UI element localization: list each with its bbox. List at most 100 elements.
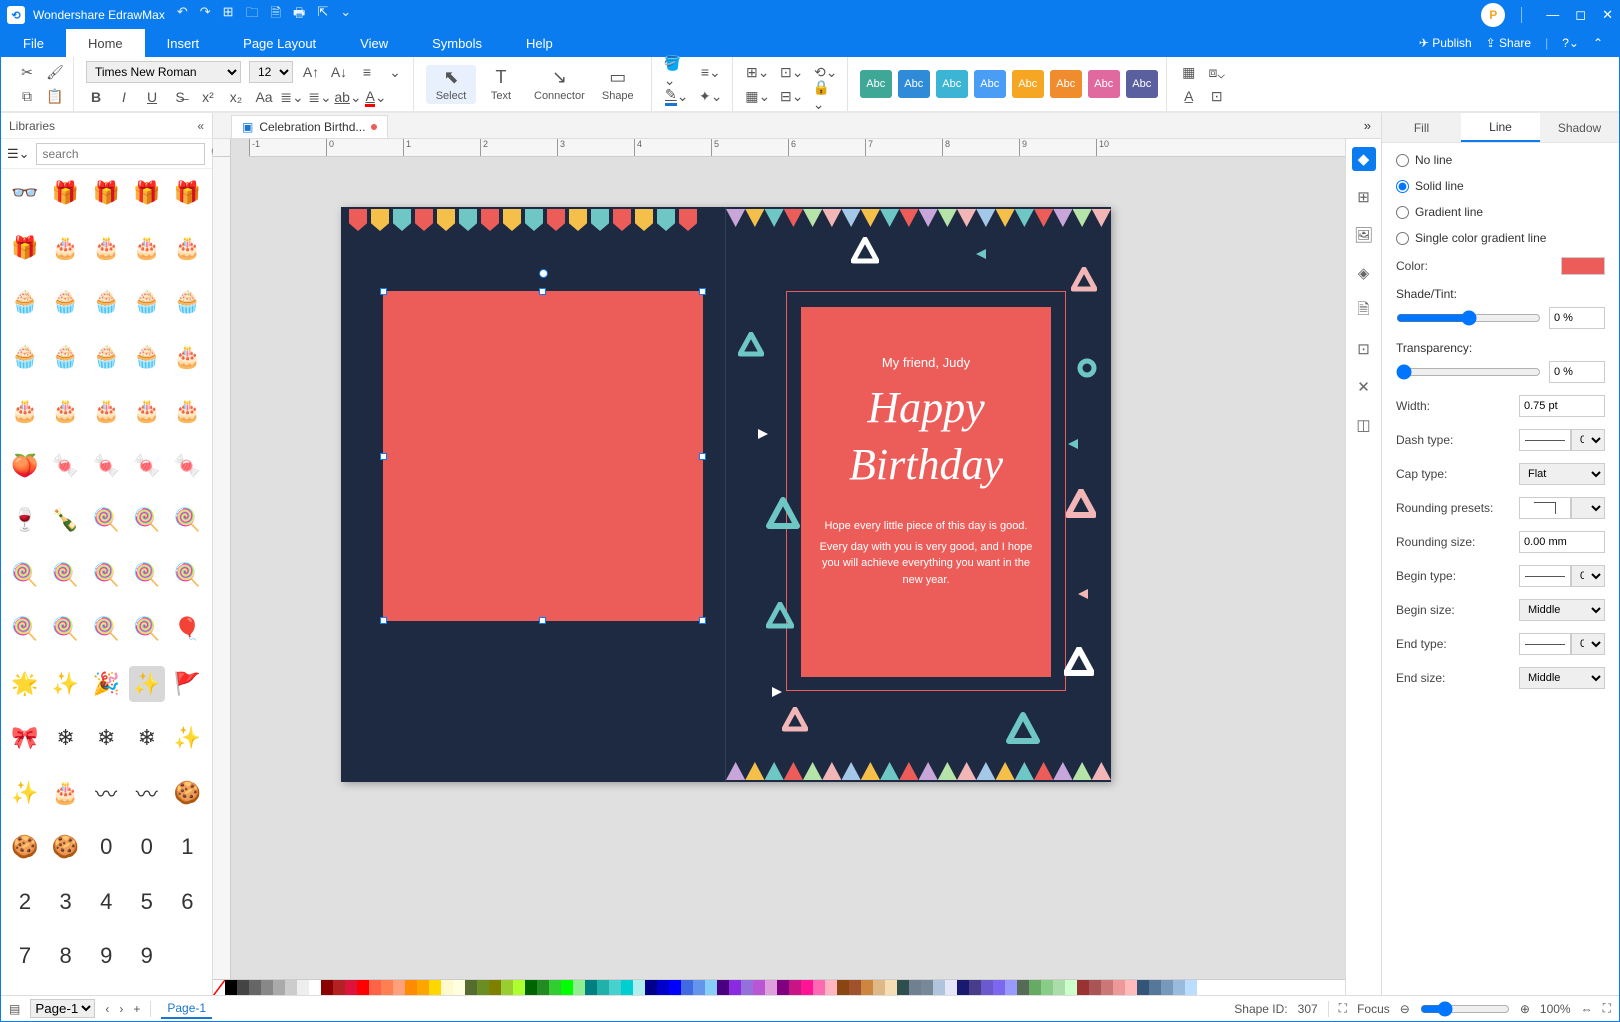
palette-swatch[interactable] bbox=[297, 980, 309, 995]
library-shape[interactable]: 🍾 bbox=[48, 502, 84, 538]
qat-button[interactable]: ⇱ bbox=[317, 4, 328, 26]
round-size-input[interactable] bbox=[1519, 531, 1605, 553]
library-shape[interactable]: 🎀 bbox=[7, 720, 43, 756]
library-shape[interactable]: 🍭 bbox=[129, 611, 165, 647]
library-shape[interactable]: 🍬 bbox=[129, 448, 165, 484]
palette-swatch[interactable] bbox=[789, 980, 801, 995]
select-tool[interactable]: ⬉Select bbox=[426, 65, 476, 104]
library-shape[interactable]: 2 bbox=[7, 884, 43, 920]
paste-icon[interactable]: 📋 bbox=[45, 86, 65, 106]
page-grid-icon[interactable]: ▤ bbox=[9, 1002, 20, 1016]
palette-swatch[interactable] bbox=[333, 980, 345, 995]
right-rail-item[interactable]: ◫ bbox=[1352, 413, 1376, 437]
palette-swatch[interactable] bbox=[273, 980, 285, 995]
palette-swatch[interactable] bbox=[1017, 980, 1029, 995]
fill-color-icon[interactable]: 🪣⌄ bbox=[664, 62, 690, 82]
gradient-line-radio[interactable] bbox=[1396, 206, 1409, 219]
theme-style-swatch[interactable]: Abc bbox=[974, 70, 1006, 98]
solid-line-radio[interactable] bbox=[1396, 180, 1409, 193]
library-shape[interactable]: 🎁 bbox=[129, 175, 165, 211]
shadow-icon[interactable]: ✦⌄ bbox=[698, 86, 724, 106]
library-shape[interactable]: 🎉 bbox=[88, 666, 124, 702]
library-shape[interactable]: 🎂 bbox=[169, 393, 205, 429]
library-shape[interactable]: 9 bbox=[88, 938, 124, 974]
palette-swatch[interactable] bbox=[237, 980, 249, 995]
library-shape[interactable]: 6 bbox=[169, 884, 205, 920]
library-shape[interactable]: 🍭 bbox=[88, 611, 124, 647]
library-shape[interactable]: 🧁 bbox=[169, 284, 205, 320]
zoom-out-icon[interactable]: ⊖ bbox=[1400, 1002, 1410, 1016]
library-shape[interactable]: 🍭 bbox=[169, 502, 205, 538]
share-button[interactable]: ⇪ Share bbox=[1486, 36, 1531, 50]
library-shape[interactable]: 〰 bbox=[129, 775, 165, 811]
lock-icon[interactable]: 🔒⌄ bbox=[813, 86, 839, 106]
fit-page-icon[interactable]: ⛶ bbox=[1603, 1001, 1611, 1016]
library-shape[interactable]: ✨ bbox=[7, 775, 43, 811]
library-shape[interactable]: 🍑 bbox=[7, 448, 43, 484]
libraries-collapse-icon[interactable]: « bbox=[197, 119, 204, 133]
italic-icon[interactable]: I bbox=[114, 87, 134, 107]
library-shape[interactable]: 🧁 bbox=[88, 284, 124, 320]
transparency-slider[interactable] bbox=[1396, 364, 1541, 380]
library-shape[interactable]: 🎁 bbox=[88, 175, 124, 211]
palette-swatch[interactable] bbox=[717, 980, 729, 995]
palette-swatch[interactable] bbox=[585, 980, 597, 995]
library-shape[interactable]: 🍭 bbox=[88, 557, 124, 593]
palette-swatch[interactable] bbox=[357, 980, 369, 995]
palette-swatch[interactable] bbox=[897, 980, 909, 995]
palette-swatch[interactable] bbox=[993, 980, 1005, 995]
library-shape[interactable]: 0 bbox=[129, 829, 165, 865]
palette-swatch[interactable] bbox=[909, 980, 921, 995]
palette-swatch[interactable] bbox=[309, 980, 321, 995]
qat-button[interactable]: ↶ bbox=[177, 4, 188, 26]
library-shape[interactable]: 🍪 bbox=[48, 829, 84, 865]
library-shape[interactable]: 🧁 bbox=[88, 339, 124, 375]
decrease-font-icon[interactable]: A↓ bbox=[329, 62, 349, 82]
palette-swatch[interactable] bbox=[981, 980, 993, 995]
dash-select[interactable]: 00 bbox=[1571, 429, 1605, 451]
right-rail-item[interactable]: ⊞ bbox=[1352, 185, 1376, 209]
canvas[interactable]: My friend, Judy Happy Birthday Hope ever… bbox=[231, 157, 1345, 979]
library-shape[interactable]: 🎂 bbox=[7, 393, 43, 429]
font-size-select[interactable]: 12 bbox=[249, 61, 293, 83]
library-shape[interactable]: ✨ bbox=[48, 666, 84, 702]
text-settings-icon[interactable]: A̲ bbox=[1179, 86, 1199, 106]
library-shape[interactable]: 🎂 bbox=[48, 775, 84, 811]
document-tab[interactable]: ▣ Celebration Birthd... bbox=[231, 115, 388, 138]
qat-button[interactable]: ↷ bbox=[200, 4, 211, 26]
zoom-slider[interactable] bbox=[1420, 1001, 1510, 1017]
palette-swatch[interactable] bbox=[405, 980, 417, 995]
palette-swatch[interactable] bbox=[705, 980, 717, 995]
no-line-radio[interactable] bbox=[1396, 154, 1409, 167]
distribute-icon[interactable]: ⊟⌄ bbox=[779, 86, 805, 106]
palette-swatch[interactable] bbox=[549, 980, 561, 995]
resize-handle-s[interactable] bbox=[539, 617, 546, 624]
resize-handle-w[interactable] bbox=[380, 453, 387, 460]
palette-swatch[interactable] bbox=[873, 980, 885, 995]
library-shape[interactable]: ✨ bbox=[129, 666, 165, 702]
library-shape[interactable]: 🎂 bbox=[129, 230, 165, 266]
palette-swatch[interactable] bbox=[1041, 980, 1053, 995]
palette-swatch[interactable] bbox=[681, 980, 693, 995]
palette-swatch[interactable] bbox=[417, 980, 429, 995]
palette-swatch[interactable] bbox=[1101, 980, 1113, 995]
account-badge[interactable]: P bbox=[1481, 3, 1505, 27]
library-shape[interactable]: 🧁 bbox=[7, 284, 43, 320]
shape-rectangle[interactable] bbox=[383, 291, 703, 621]
qat-button[interactable]: ⌄ bbox=[340, 4, 351, 26]
library-shape[interactable]: ❄ bbox=[129, 720, 165, 756]
library-shape[interactable]: 🍭 bbox=[129, 502, 165, 538]
library-shape[interactable]: 🧁 bbox=[48, 339, 84, 375]
palette-swatch[interactable] bbox=[525, 980, 537, 995]
page-prev-icon[interactable]: ‹ bbox=[105, 1002, 109, 1016]
palette-swatch[interactable] bbox=[801, 980, 813, 995]
shape-tool[interactable]: ▭Shape bbox=[593, 65, 643, 104]
palette-swatch[interactable] bbox=[1173, 980, 1185, 995]
library-shape[interactable]: 〰 bbox=[88, 775, 124, 811]
library-shape[interactable]: 🎂 bbox=[88, 393, 124, 429]
library-shape[interactable]: 🍭 bbox=[88, 502, 124, 538]
more-settings-icon[interactable]: ⊡ bbox=[1207, 86, 1227, 106]
library-shape[interactable]: 🎁 bbox=[48, 175, 84, 211]
palette-swatch[interactable] bbox=[537, 980, 549, 995]
menu-tab-home[interactable]: Home bbox=[66, 29, 145, 57]
